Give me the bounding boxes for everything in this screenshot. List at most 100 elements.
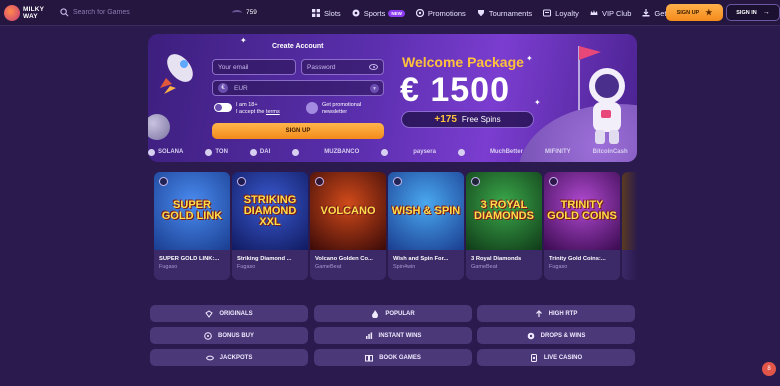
email-field[interactable] xyxy=(212,59,296,75)
favorite-icon[interactable] xyxy=(549,177,558,186)
category-high-rtp[interactable]: HIGH RTP xyxy=(477,305,635,322)
game-card[interactable]: WISH & SPIN Wish and Spin For... Spin4wi… xyxy=(388,172,464,280)
chevron-down-icon: ▼ xyxy=(370,84,379,93)
favorite-icon[interactable] xyxy=(393,177,402,186)
favorite-icon[interactable] xyxy=(159,177,168,186)
category-drops-wins[interactable]: DROPS & WINS xyxy=(477,327,635,344)
game-card[interactable]: TRINITY GOLD COINS Trinity Gold Coins:..… xyxy=(544,172,620,280)
payment-logo xyxy=(381,148,391,156)
free-spins-pill: +175 Free Spins xyxy=(401,111,534,128)
game-provider: Spin4win xyxy=(393,264,416,270)
game-thumbnail[interactable]: TRINITY GOLD COINS xyxy=(544,172,620,250)
carousel-fade xyxy=(622,172,638,280)
game-thumbnail[interactable]: 3 ROYAL DIAMONDS xyxy=(466,172,542,250)
game-name: Volcano Golden Co... xyxy=(315,256,373,262)
book-icon xyxy=(365,354,374,361)
search-icon xyxy=(60,8,69,17)
main-nav: Slots Sports NEW Promotions Tournaments … xyxy=(312,0,693,26)
nav-slots[interactable]: Slots xyxy=(312,9,341,18)
eye-icon[interactable] xyxy=(369,64,378,70)
game-card[interactable]: SUPER GOLD LINK SUPER GOLD LINK:... Fuga… xyxy=(154,172,230,280)
logo-icon xyxy=(4,4,20,21)
newsletter-line1: Get promotional xyxy=(322,102,362,108)
new-badge: NEW xyxy=(388,9,405,17)
welcome-banner: ✦ ✦ ✦ Create Account € EUR ▼ I am 18+ I … xyxy=(148,34,637,162)
game-thumbnail[interactable]: WISH & SPIN xyxy=(388,172,464,250)
form-signup-button[interactable]: SIGN UP xyxy=(212,123,384,139)
game-thumbnail[interactable]: STRIKING DIAMOND XXL xyxy=(232,172,308,250)
category-bonus-buy[interactable]: BONUS BUY xyxy=(150,327,308,344)
category-instant-wins[interactable]: INSTANT WINS xyxy=(314,327,472,344)
email-input[interactable] xyxy=(218,63,295,71)
chat-button[interactable]: 8 xyxy=(762,362,776,376)
astronaut-illustration xyxy=(578,46,625,144)
header-signup-button[interactable]: SIGN UP ★ xyxy=(666,4,723,21)
online-counter: 759 xyxy=(232,9,257,16)
nav-promotions[interactable]: Promotions xyxy=(415,9,466,18)
game-name: 3 Royal Diamonds xyxy=(471,256,522,262)
nav-sports[interactable]: Sports NEW xyxy=(352,9,405,18)
currency-value: EUR xyxy=(234,84,248,92)
search-input[interactable] xyxy=(73,9,168,16)
gift-icon xyxy=(415,9,424,17)
ball-icon xyxy=(352,9,360,17)
logo-line2: WAY xyxy=(23,12,38,20)
trophy-icon xyxy=(477,10,484,16)
star-icon: ★ xyxy=(705,8,713,17)
category-book-games[interactable]: BOOK GAMES xyxy=(314,349,472,366)
header-signin-button[interactable]: SIGN IN → xyxy=(726,4,780,21)
download-icon xyxy=(642,9,650,17)
search-bar[interactable] xyxy=(60,8,170,17)
currency-icon: € xyxy=(218,83,228,93)
game-provider: Fugaso xyxy=(159,264,178,270)
game-name: SUPER GOLD LINK:... xyxy=(159,256,220,262)
game-thumbnail[interactable]: VOLCANO xyxy=(310,172,386,250)
toggle-switch[interactable] xyxy=(214,103,232,112)
payment-icon xyxy=(457,148,465,156)
nav-tournaments[interactable]: Tournaments xyxy=(477,9,532,18)
welcome-amount: € 1500 xyxy=(400,71,510,109)
bolt-icon xyxy=(365,332,372,339)
welcome-package-title: Welcome Package xyxy=(402,54,524,70)
game-provider: GameBeat xyxy=(471,264,498,270)
sparkle-icon: ✦ xyxy=(534,98,541,107)
payment-logo: MuchBetter xyxy=(489,149,523,155)
game-name: Trinity Gold Coins:... xyxy=(549,256,606,262)
game-card[interactable]: 3 ROYAL DIAMONDS 3 Royal Diamonds GameBe… xyxy=(466,172,542,280)
password-field[interactable] xyxy=(301,59,384,75)
game-provider: Fugaso xyxy=(549,264,568,270)
grid-icon xyxy=(312,9,320,17)
payment-logo: DAI xyxy=(249,148,270,156)
payment-logo: MIFINITY xyxy=(544,149,571,155)
favorite-icon[interactable] xyxy=(237,177,246,186)
newsletter-option[interactable]: Get promotional newsletter xyxy=(306,102,361,115)
nav-loyalty[interactable]: Loyalty xyxy=(543,9,579,18)
favorite-icon[interactable] xyxy=(315,177,324,186)
payment-logo xyxy=(457,148,468,156)
game-card[interactable]: VOLCANO Volcano Golden Co... GameBeat xyxy=(310,172,386,280)
arrow-up-icon xyxy=(535,309,542,317)
logo-line1: MILKY xyxy=(23,5,45,13)
age-terms-toggle[interactable]: I am 18+ I accept the terms xyxy=(214,102,280,115)
game-card[interactable]: STRIKING DIAMOND XXL Striking Diamond ..… xyxy=(232,172,308,280)
spins-label: Free Spins xyxy=(461,115,501,124)
ton-icon xyxy=(205,148,213,156)
payment-logo: BitcoinCash xyxy=(592,149,628,155)
game-thumbnail[interactable]: SUPER GOLD LINK xyxy=(154,172,230,250)
category-jackpots[interactable]: JACKPOTS xyxy=(150,349,308,366)
rocket-illustration xyxy=(160,54,193,94)
payment-logo: SOLANA xyxy=(148,148,183,156)
coin-icon xyxy=(204,331,212,340)
age-label: I am 18+ xyxy=(236,102,258,108)
terms-link[interactable]: terms xyxy=(266,109,280,115)
favorite-icon[interactable] xyxy=(471,177,480,186)
currency-select[interactable]: € EUR ▼ xyxy=(212,80,384,96)
nav-vip-club[interactable]: VIP Club xyxy=(590,9,631,18)
category-originals[interactable]: ORIGINALS xyxy=(150,305,308,322)
accept-label: I accept the xyxy=(236,108,265,115)
logo[interactable]: MILKY WAY xyxy=(4,4,54,21)
game-provider: GameBeat xyxy=(315,264,342,270)
category-live-casino[interactable]: LIVE CASINO xyxy=(477,349,635,366)
moon-graphic xyxy=(148,114,170,140)
category-popular[interactable]: POPULAR xyxy=(314,305,472,322)
